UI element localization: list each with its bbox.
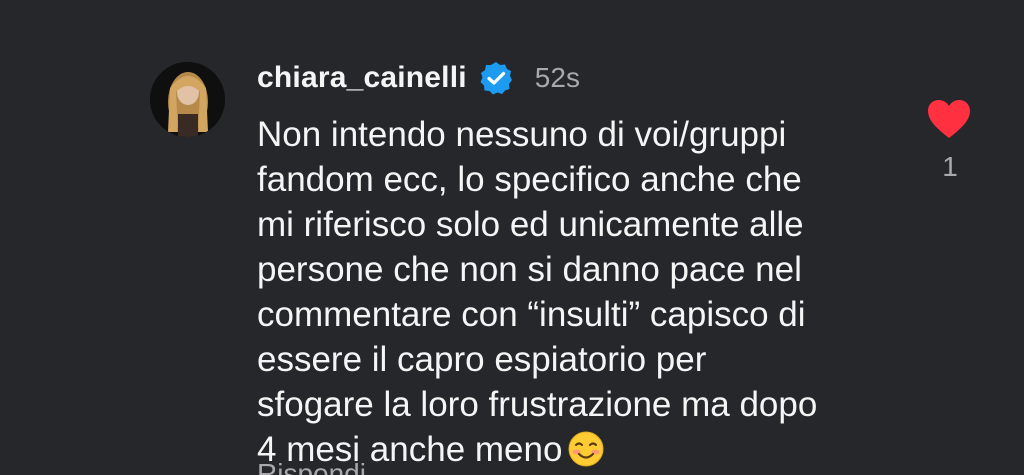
heart-icon (928, 100, 970, 138)
comment-text: Non intendo nessuno di voi/gruppi fandom… (257, 112, 897, 472)
timestamp: 52s (534, 62, 580, 93)
like-count: 1 (942, 151, 958, 182)
comment-item: chiara_cainelli 52s Non intendo nessuno … (0, 0, 1024, 475)
avatar[interactable] (150, 62, 225, 137)
reply-button[interactable]: Rispondi (257, 458, 366, 475)
like-button[interactable] (926, 98, 972, 140)
comment-header: chiara_cainelli 52s (257, 56, 580, 100)
avatar-image (150, 62, 225, 137)
verified-badge-icon (479, 61, 513, 95)
smiling-face-emoji (568, 431, 604, 467)
username[interactable]: chiara_cainelli (257, 61, 467, 95)
comment-text-content: Non intendo nessuno di voi/gruppi fandom… (257, 115, 818, 469)
